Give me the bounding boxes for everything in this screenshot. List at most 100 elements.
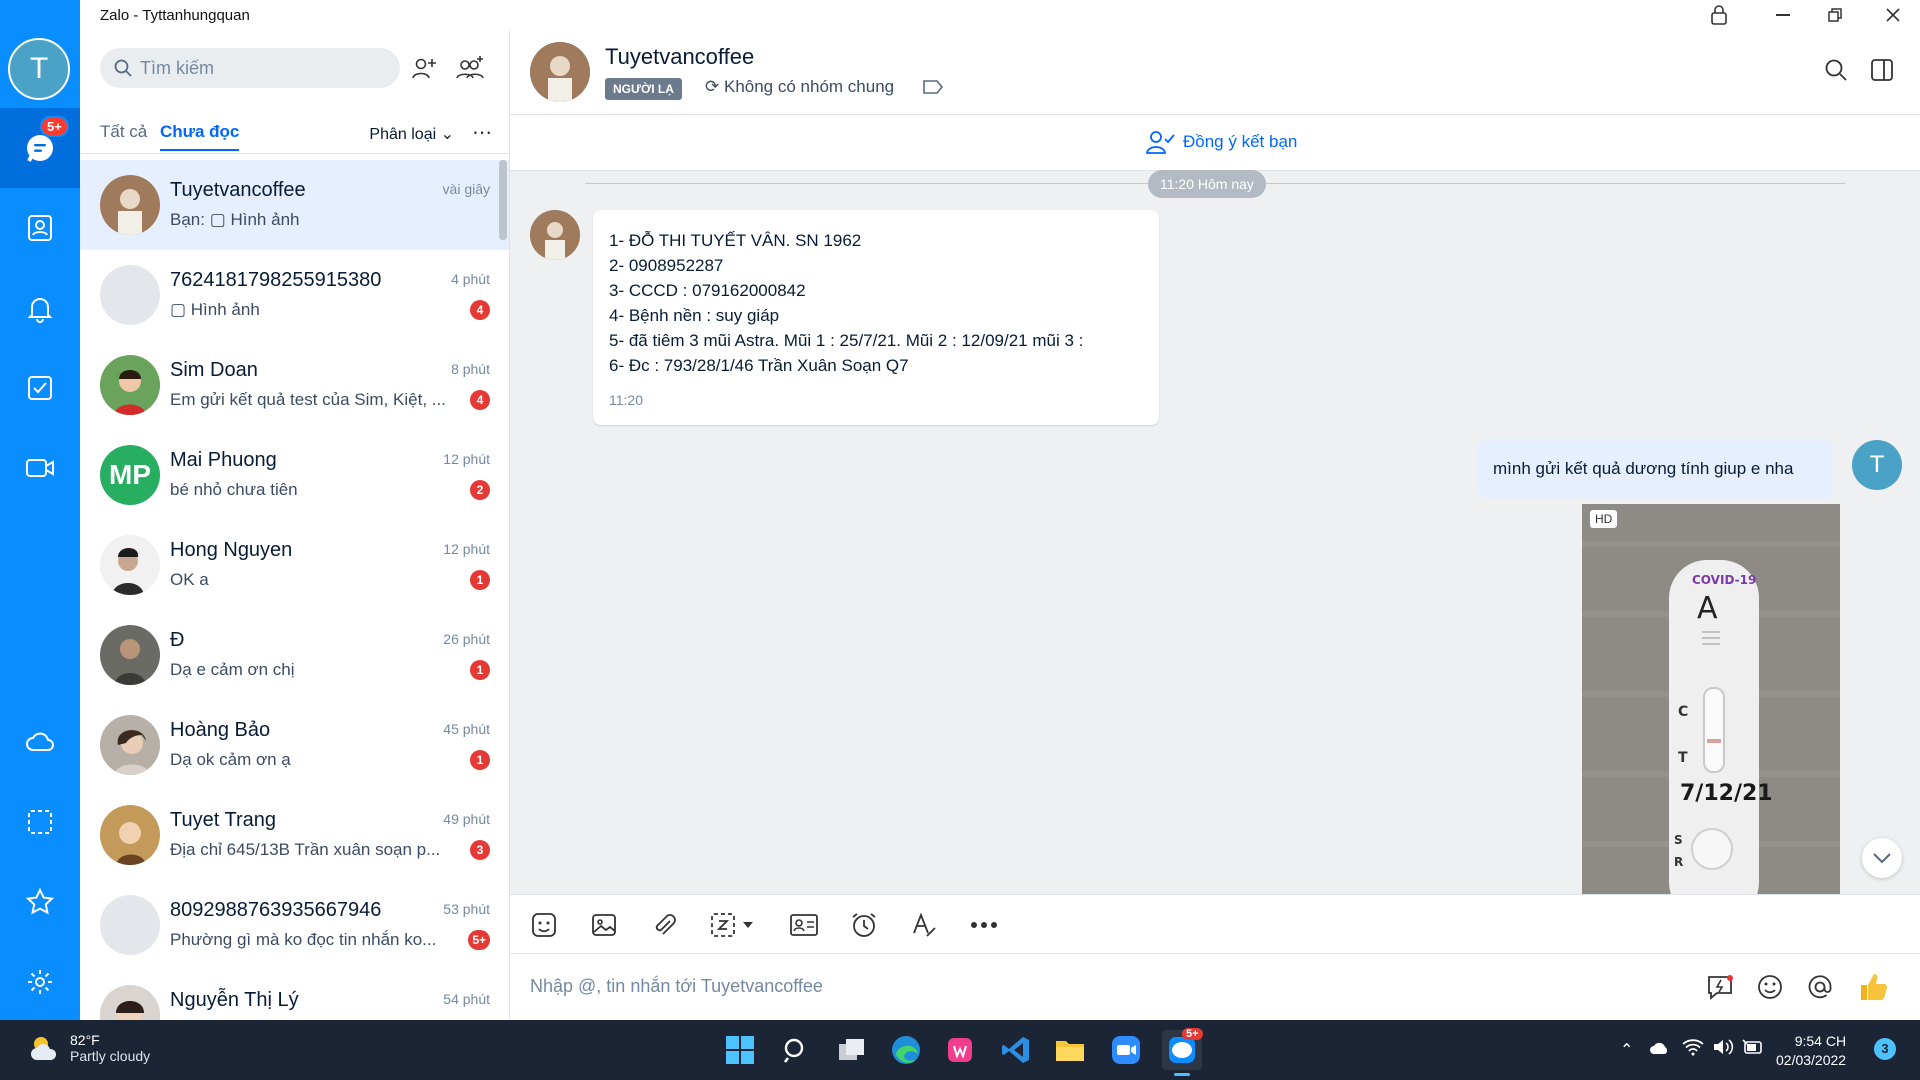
chat-header: Tuyetvancoffee NGƯỜI LẠ ⟳ Không có nhóm … (510, 30, 1920, 115)
taskbar-app-pink[interactable] (940, 1030, 980, 1070)
star-icon (25, 887, 55, 915)
attach-file-button[interactable] (648, 909, 680, 941)
task-view[interactable] (832, 1030, 872, 1070)
create-group-button[interactable] (455, 54, 484, 82)
nav-messages[interactable]: 5+ (0, 108, 80, 188)
list-item[interactable]: Tuyet Trang Địa chỉ 645/13B Trần xuân so… (80, 790, 509, 880)
restore-button[interactable] (1812, 0, 1858, 30)
notification-count[interactable]: 3 (1874, 1038, 1896, 1060)
taskbar-explorer[interactable] (1050, 1030, 1090, 1070)
list-item[interactable]: Hong Nguyen OK a 12 phút 1 (80, 520, 509, 610)
nav-contacts[interactable] (0, 188, 80, 268)
paperclip-icon (655, 914, 676, 935)
tab-unread[interactable]: Chưa đọc (160, 122, 240, 151)
scrollbar[interactable] (499, 160, 507, 240)
conversation-name: Tuyet Trang (170, 809, 276, 831)
list-item[interactable]: 7624181798255915380 ▢ Hình ảnh 4 phút 4 (80, 250, 509, 340)
lock-icon[interactable] (1696, 0, 1742, 30)
code-editor-icon (948, 1038, 972, 1062)
list-item[interactable]: 8092988763935667946 Phường gì mà ko đọc … (80, 880, 509, 970)
minimize-button[interactable] (1760, 0, 1806, 30)
nav-notifications[interactable] (0, 268, 80, 348)
conversation-name: Hoàng Bảo (170, 719, 271, 741)
list-item[interactable]: Tuyetvancoffee Bạn: ▢ Hình ảnh vài giây (80, 160, 509, 250)
label-tag-icon[interactable] (922, 78, 944, 101)
nav-video[interactable] (0, 428, 80, 508)
weather-widget[interactable]: 82°F Partly cloudy (28, 1032, 150, 1064)
kit-r-label: R (1674, 855, 1683, 869)
message-input[interactable]: Nhập @, tin nhắn tới Tuyetvancoffee (510, 954, 1920, 1020)
active-indicator (1174, 1073, 1190, 1076)
list-item[interactable]: Sim Doan Em gửi kết quả test của Sim, Ki… (80, 340, 509, 430)
list-item[interactable]: MP Mai Phuong bé nhỏ chưa tiên 12 phút 2 (80, 430, 509, 520)
nav-screenshot[interactable] (0, 782, 80, 862)
format-text-button[interactable] (908, 909, 940, 941)
taskbar-zalo[interactable]: 5+ (1162, 1028, 1203, 1076)
avatar (100, 715, 160, 775)
conversation-time: 4 phút (451, 271, 490, 287)
nav-settings[interactable] (0, 942, 80, 1022)
wifi-icon[interactable] (1682, 1038, 1704, 1061)
reminder-button[interactable] (848, 909, 880, 941)
taskbar-search[interactable] (776, 1030, 816, 1070)
nav-favorites[interactable] (0, 862, 80, 942)
search-placeholder: Tìm kiếm (140, 57, 214, 78)
taskbar-vscode[interactable] (996, 1030, 1036, 1070)
common-groups[interactable]: ⟳ Không có nhóm chung (705, 77, 894, 97)
system-clock[interactable]: 9:54 CH 02/03/2022 (1776, 1032, 1846, 1070)
taskbar-edge[interactable] (886, 1030, 926, 1070)
more-options-icon[interactable]: ⋯ (472, 120, 492, 145)
list-item[interactable]: Đ Dạ e cảm ơn chị 26 phút 1 (80, 610, 509, 700)
screenshot-icon (28, 810, 52, 834)
tab-all[interactable]: Tất cả (100, 122, 147, 142)
groups-icon: ⟳ (705, 77, 720, 96)
window-title: Zalo - Tyttanhungquan (100, 7, 250, 24)
incoming-message[interactable]: 1- ĐỖ THI TUYẾT VÂN. SN 1962 2- 09089522… (593, 210, 1159, 425)
chat-title[interactable]: Tuyetvancoffee (605, 44, 754, 70)
conversation-preview: OK a (170, 570, 209, 589)
my-avatar[interactable]: T (1852, 440, 1902, 490)
quick-message-button[interactable] (1703, 970, 1737, 1004)
accept-friend-label: Đồng ý kết bạn (1183, 132, 1298, 151)
conversation-preview: Dạ e cảm ơn chị (170, 660, 295, 679)
onedrive-icon[interactable] (1648, 1040, 1670, 1061)
chevron-down-icon: ⌄ (440, 126, 454, 143)
sticker-button[interactable] (528, 909, 560, 941)
search-input[interactable]: Tìm kiếm (100, 48, 400, 88)
search-chat-icon[interactable] (1824, 58, 1848, 87)
battery-icon[interactable] (1742, 1038, 1764, 1061)
more-tools-button[interactable] (968, 909, 1000, 941)
toggle-info-panel-icon[interactable] (1870, 58, 1894, 87)
start-button[interactable] (720, 1030, 760, 1070)
bell-icon (27, 298, 53, 323)
close-button[interactable] (1870, 0, 1916, 30)
list-item[interactable]: Hoàng Bảo Dạ ok cảm ơn ạ 45 phút 1 (80, 700, 509, 790)
accept-friend-button[interactable]: Đồng ý kết bạn (1145, 129, 1297, 155)
conversation-time: 54 phút (443, 991, 490, 1007)
list-item[interactable]: Nguyễn Thị Lý 54 phút (80, 970, 509, 1020)
photo-message[interactable]: COVID-19 A C T 7/12/21 S R HD (1582, 504, 1840, 894)
test-kit-photo: COVID-19 A C T 7/12/21 S R (1582, 504, 1840, 894)
like-button[interactable] (1856, 970, 1890, 1004)
cloud-icon (26, 732, 54, 751)
sender-avatar[interactable] (530, 210, 580, 260)
volume-icon[interactable] (1712, 1038, 1734, 1061)
emoji-button[interactable] (1753, 970, 1787, 1004)
filter-dropdown[interactable]: Phân loại ⌄ (369, 124, 454, 144)
nav-todo[interactable] (0, 348, 80, 428)
conversation-time: 12 phút (443, 541, 490, 557)
outgoing-message[interactable]: mình gửi kết quả dương tính giup e nha (1478, 440, 1832, 498)
nav-cloud[interactable] (0, 702, 80, 782)
scroll-to-bottom-button[interactable] (1862, 838, 1902, 878)
contact-card-button[interactable] (788, 909, 820, 941)
screenshot-button[interactable] (708, 909, 760, 941)
avatar (100, 535, 160, 595)
add-friend-button[interactable] (410, 54, 438, 82)
taskbar-zoom[interactable] (1106, 1030, 1146, 1070)
image-button[interactable] (588, 909, 620, 941)
chevron-up-icon[interactable]: ⌃ (1620, 1040, 1633, 1060)
mention-button[interactable] (1803, 970, 1837, 1004)
user-avatar[interactable]: T (8, 38, 70, 100)
chat-avatar[interactable] (530, 42, 590, 102)
message-time: 11:20 (609, 392, 643, 408)
